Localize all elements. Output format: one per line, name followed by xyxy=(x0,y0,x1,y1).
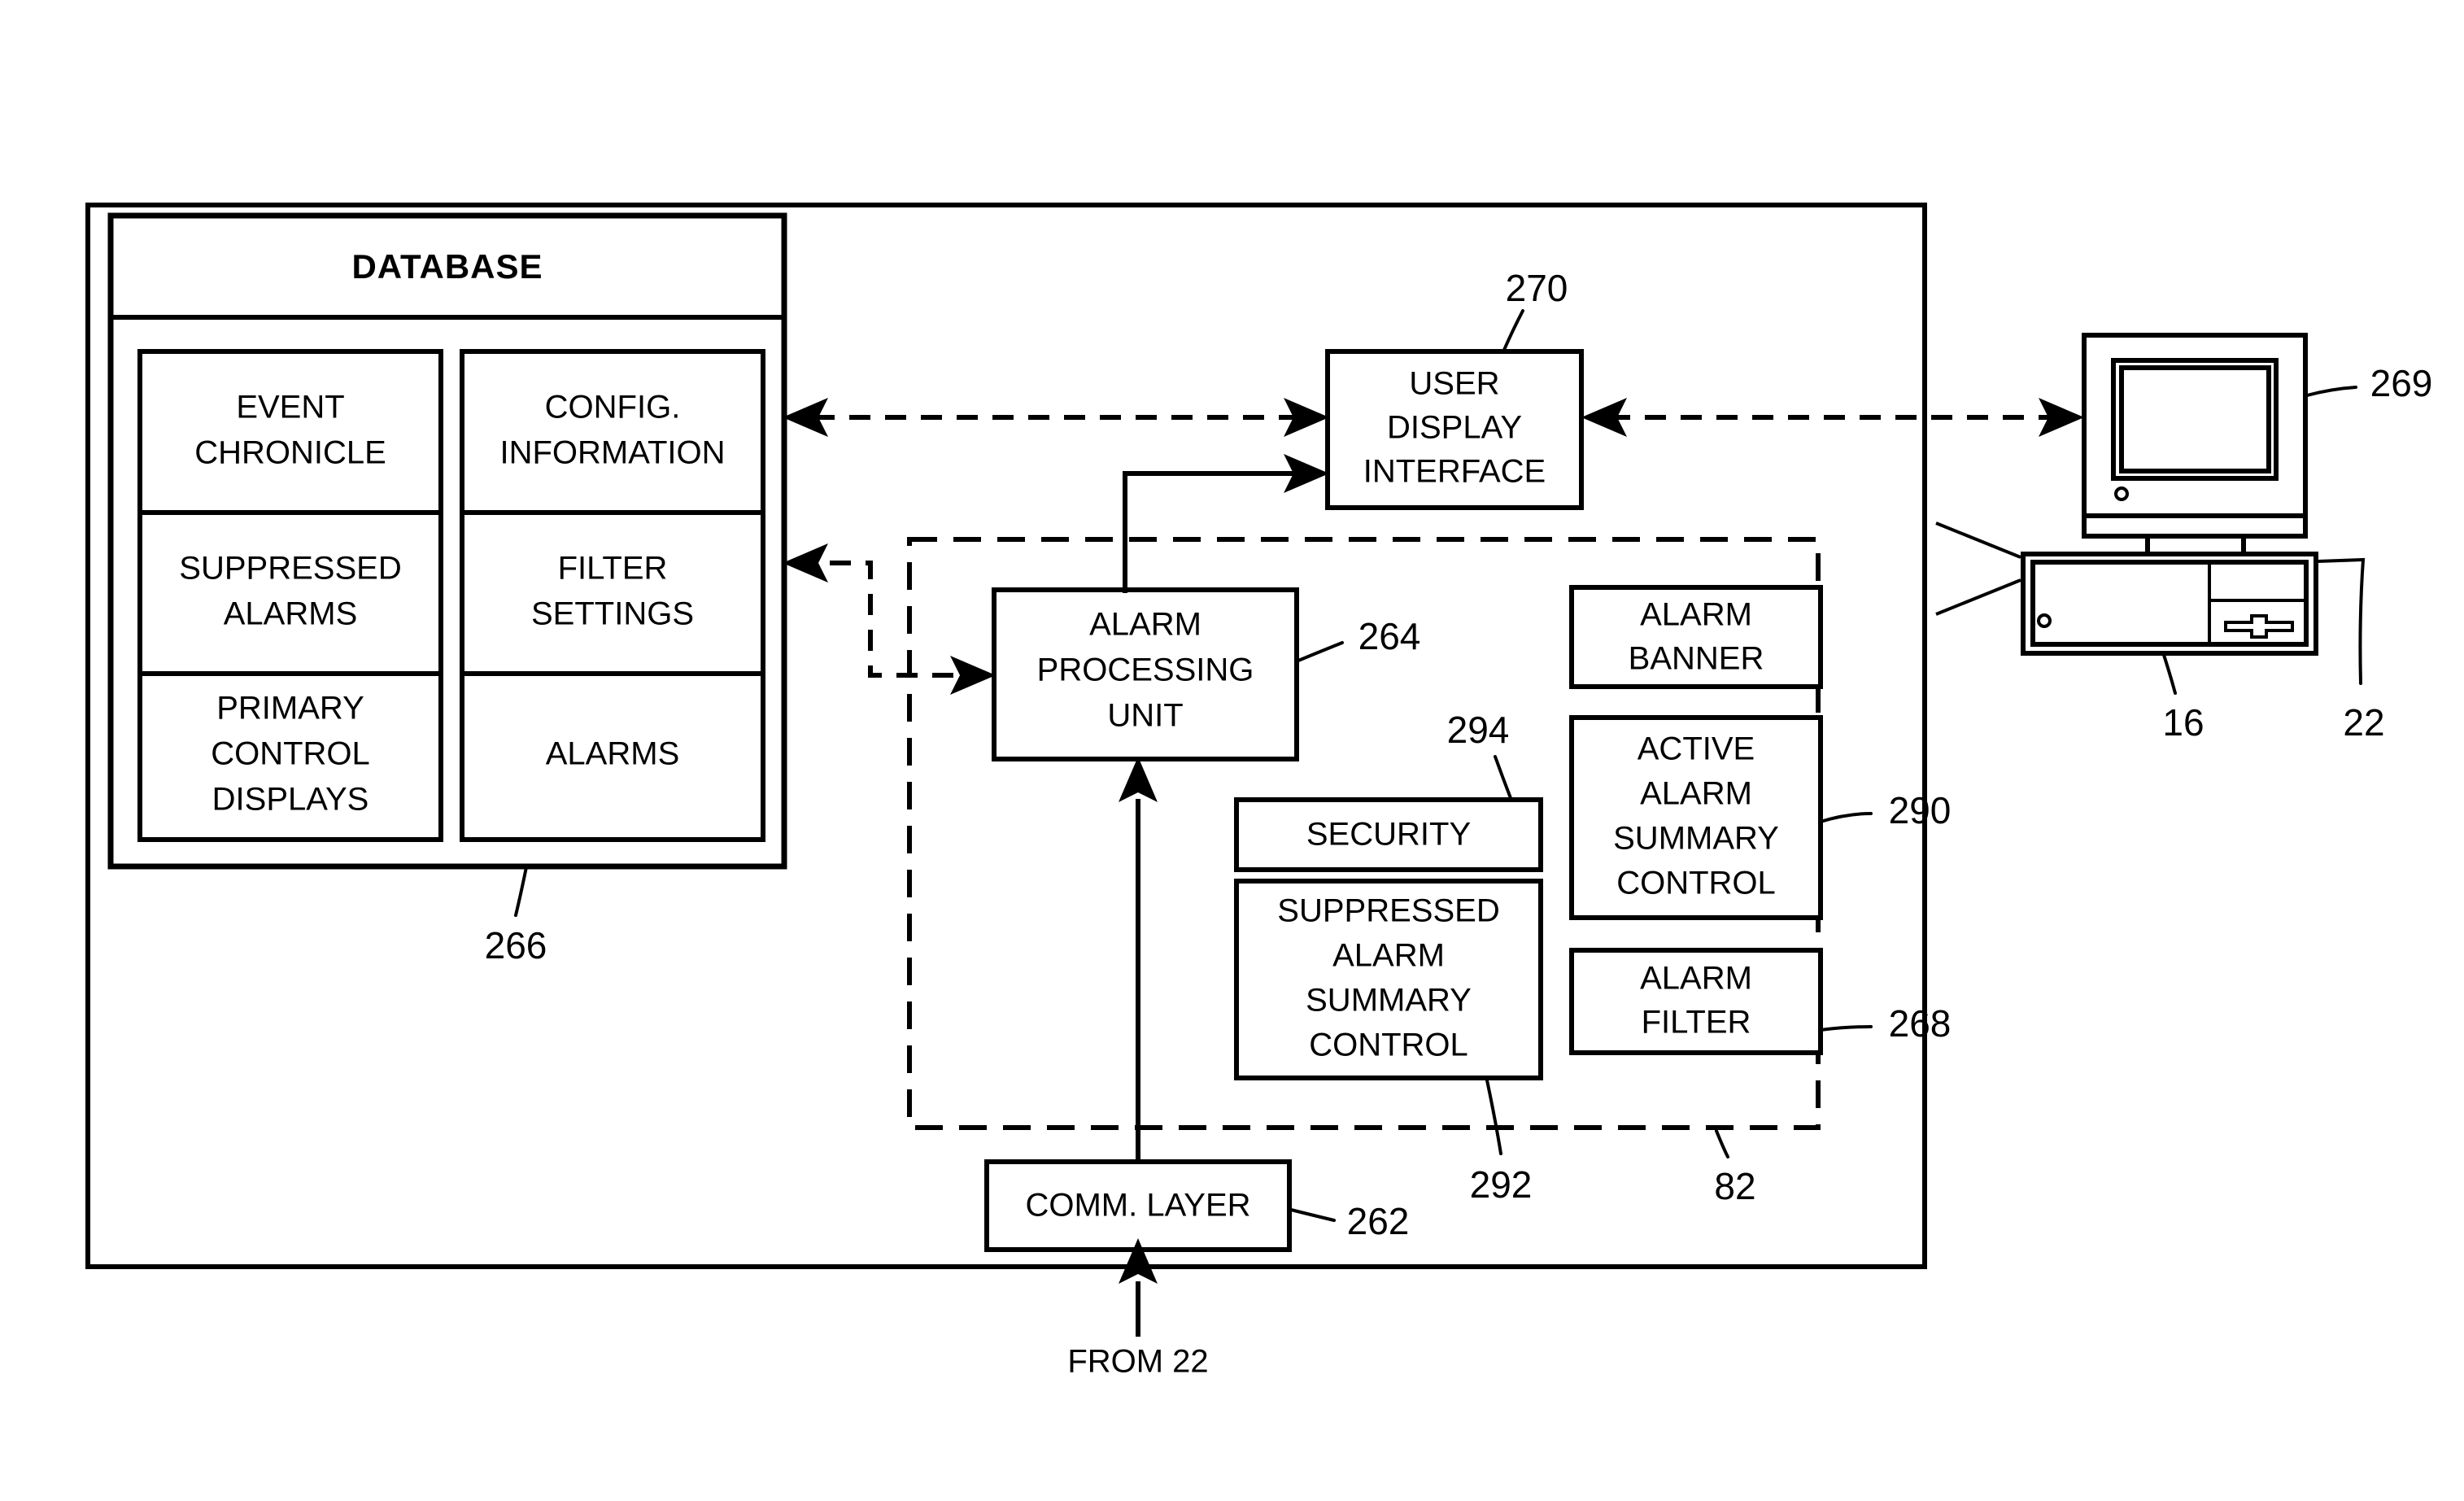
suppressed-alarm-summary-control-reference-number: 292 xyxy=(1470,1163,1533,1206)
workstation-tower-reference-leader xyxy=(2162,653,2177,695)
workstation-monitor-base xyxy=(2082,513,2308,539)
comm-layer-to-apu-arrowhead xyxy=(1119,757,1158,802)
database-cell-primary-control-displays-line-1: PRIMARY xyxy=(216,691,364,727)
database-cell-alarms-line-1: ALARMS xyxy=(546,736,680,772)
active-alarm-summary-control-line-3: SUMMARY xyxy=(1613,821,1779,857)
database-cell-config-information xyxy=(460,349,765,517)
database-feedback-arrowhead xyxy=(783,543,828,583)
user-display-interface-line-2: DISPLAY xyxy=(1387,410,1522,446)
workstation-monitor-screen xyxy=(2119,365,2271,473)
database-cell-config-information-line-2: INFORMATION xyxy=(499,435,725,471)
security-reference-number: 294 xyxy=(1447,709,1510,751)
apu-to-database-connector xyxy=(828,561,953,678)
alarm-processing-unit-line-2: PROCESSING xyxy=(1037,652,1254,688)
alarm-filter-reference-leader xyxy=(1819,1025,1873,1032)
active-alarm-summary-control-line-1: ACTIVE xyxy=(1638,731,1755,767)
security-reference-leader xyxy=(1494,755,1512,800)
database-cell-event-chronicle xyxy=(137,349,443,517)
apu-to-udi-connector xyxy=(1123,471,1304,593)
database-reference-leader xyxy=(514,866,528,917)
user-display-interface-line-1: USER xyxy=(1409,366,1499,402)
database-cell-primary-control-displays-line-2: CONTROL xyxy=(211,736,370,772)
apu-input-arrowhead xyxy=(950,656,996,695)
database-cell-event-chronicle-line-1: EVENT xyxy=(236,390,344,425)
comm-layer-label: COMM. LAYER xyxy=(1025,1188,1250,1224)
alarm-filter-reference-number: 268 xyxy=(1889,1002,1952,1045)
alarm-filter-line-2: FILTER xyxy=(1642,1005,1751,1041)
database-cell-config-information-line-1: CONFIG. xyxy=(545,390,681,425)
alarm-processing-unit-reference-leader xyxy=(1297,641,1344,662)
from-source-label: FROM 22 xyxy=(1067,1344,1208,1380)
alarm-banner-line-2: BANNER xyxy=(1629,641,1764,677)
database-cell-filter-settings-line-2: SETTINGS xyxy=(531,596,694,632)
user-display-interface-reference-number: 270 xyxy=(1506,267,1568,309)
comm-layer-reference-leader xyxy=(1289,1208,1336,1222)
suppressed-alarm-summary-control-reference-leader xyxy=(1485,1079,1502,1155)
workstation-node-reference-leader xyxy=(2316,557,2366,685)
workstation-monitor-reference-number: 269 xyxy=(2370,362,2433,404)
database-cell-filter-settings-line-1: FILTER xyxy=(558,551,668,587)
database-reference-number: 266 xyxy=(485,924,547,966)
alarm-banner-line-1: ALARM xyxy=(1640,597,1752,633)
suppressed-alarm-summary-control-line-3: SUMMARY xyxy=(1306,983,1472,1019)
workstation-tower-reference-number: 16 xyxy=(2162,701,2204,744)
alarm-module-group-reference-leader xyxy=(1715,1129,1729,1158)
active-alarm-summary-control-reference-number: 290 xyxy=(1889,789,1952,831)
workstation-monitor-reference-leader xyxy=(2305,386,2357,397)
active-alarm-summary-control-line-4: CONTROL xyxy=(1616,866,1776,901)
suppressed-alarm-summary-control-line-4: CONTROL xyxy=(1309,1028,1468,1063)
workstation-monitor-stand xyxy=(2145,534,2246,556)
alarm-module-group-reference-number: 82 xyxy=(1714,1165,1755,1207)
user-display-interface-reference-leader xyxy=(1502,309,1524,351)
patent-figure: DATABASE EVENT CHRONICLE CONFIG. INFORMA… xyxy=(0,0,2464,1501)
workstation-link-lower xyxy=(1935,578,2021,616)
database-cell-event-chronicle-line-2: CHRONICLE xyxy=(194,435,386,471)
database-cell-filter-settings xyxy=(460,510,765,678)
alarm-filter-line-1: ALARM xyxy=(1640,961,1752,997)
active-alarm-summary-control-reference-leader xyxy=(1819,812,1873,823)
workstation-node-reference-number: 22 xyxy=(2343,701,2384,744)
comm-layer-reference-number: 262 xyxy=(1347,1200,1410,1242)
suppressed-alarm-summary-control-line-2: ALARM xyxy=(1332,938,1445,974)
database-title: DATABASE xyxy=(351,247,543,286)
user-display-interface-line-3: INTERFACE xyxy=(1363,454,1546,490)
workstation-link-upper xyxy=(1935,521,2021,559)
database-cell-primary-control-displays-line-3: DISPLAYS xyxy=(212,782,369,818)
suppressed-alarm-summary-control-line-1: SUPPRESSED xyxy=(1277,893,1499,929)
database-cell-suppressed-alarms-line-1: SUPPRESSED xyxy=(179,551,401,587)
security-module-label: SECURITY xyxy=(1306,817,1471,853)
alarm-processing-unit-line-3: UNIT xyxy=(1107,698,1183,734)
database-cell-suppressed-alarms-line-2: ALARMS xyxy=(224,596,358,632)
active-alarm-summary-control-line-2: ALARM xyxy=(1640,776,1752,812)
alarm-processing-unit-line-1: ALARM xyxy=(1089,607,1201,643)
alarm-processing-unit-reference-number: 264 xyxy=(1358,615,1421,657)
database-cell-suppressed-alarms xyxy=(137,510,443,678)
